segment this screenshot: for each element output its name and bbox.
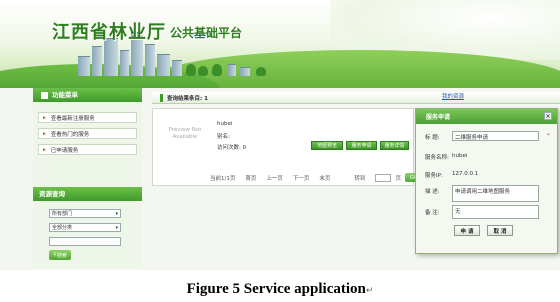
sidebar-item-popular-services[interactable]: ▸ 查看热门的服务 xyxy=(38,128,137,139)
required-marker: * xyxy=(547,133,550,139)
first-page-link[interactable]: 首页 xyxy=(245,174,256,182)
dialog-header: 服务申请 × xyxy=(416,109,557,124)
service-apply-button[interactable]: 服务申请 xyxy=(346,141,377,150)
return-mark: ↵ xyxy=(365,285,374,295)
service-visits: 访问次数: 0 xyxy=(217,145,247,151)
preview-thumbnail: Preview Not Available xyxy=(168,127,202,140)
service-details-button[interactable]: 服务详情 xyxy=(380,141,409,150)
title-field[interactable]: 二维服务申请 xyxy=(452,131,539,141)
menu-icon xyxy=(41,91,48,99)
department-select-value: 所有部门 xyxy=(52,211,73,217)
chevron-down-icon: ▾ xyxy=(115,224,118,231)
service-ip-value: 127.0.0.1 xyxy=(452,171,479,177)
note-textarea[interactable]: 无 xyxy=(452,205,539,219)
arrow-right-icon: ▸ xyxy=(43,114,46,121)
department-select[interactable]: 所有部门 ▾ xyxy=(49,209,121,218)
pagination: 当前1/1页 首页 上一页 下一页 末页 转到 页 GO xyxy=(210,173,423,182)
results-heading-bar: 查询结果条目: 1 xyxy=(152,92,560,104)
search-filters: 所有部门 ▾ 全部分类 ▾ ⚲ 搜索 xyxy=(33,201,142,261)
service-name-label: 服务名称: xyxy=(425,155,449,161)
cancel-button[interactable]: 取 消 xyxy=(487,225,513,236)
service-name-value: hubei xyxy=(452,153,468,159)
search-button[interactable]: ⚲ 搜索 xyxy=(49,250,71,260)
page-number-input[interactable] xyxy=(375,173,392,182)
category-select-value: 全部分类 xyxy=(52,225,73,231)
page-subtitle: 公共基础平台 xyxy=(170,26,243,40)
arrow-right-icon: ▸ xyxy=(43,146,46,153)
title-label: 标 题: xyxy=(425,135,440,141)
my-resources-link[interactable]: 我的资源 xyxy=(442,92,464,100)
map-preview-button[interactable]: 地图预览 xyxy=(311,141,343,150)
sidebar-item-label: 已申请服务 xyxy=(50,147,79,154)
service-alias: 别名: xyxy=(217,134,230,140)
goto-label: 转到 xyxy=(354,175,366,182)
search-input[interactable] xyxy=(49,237,121,246)
category-select[interactable]: 全部分类 ▾ xyxy=(49,223,121,232)
search-button-label: 搜索 xyxy=(56,252,67,259)
sidebar-menu: ▸ 查看最新注册服务 ▸ 查看热门的服务 ▸ 已申请服务 xyxy=(33,102,142,155)
sidebar-heading-label: 功能菜单 xyxy=(52,91,78,99)
prev-page-link[interactable]: 上一页 xyxy=(266,174,283,182)
caption-text: Figure 5 Service application xyxy=(186,281,366,297)
submit-button[interactable]: 申 请 xyxy=(454,225,480,236)
sidebar: 功能菜单 ▸ 查看最新注册服务 ▸ 查看热门的服务 ▸ 已申请服务 资源查询 所… xyxy=(33,88,142,268)
page-info: 当前1/1页 xyxy=(210,175,236,182)
description-textarea[interactable]: 申请调用二维地图服务 xyxy=(452,185,539,202)
heading-marker xyxy=(160,93,163,102)
sidebar-heading: 功能菜单 xyxy=(33,88,142,102)
results-heading: 查询结果条目: 1 xyxy=(167,95,208,102)
next-page-link[interactable]: 下一页 xyxy=(293,174,310,182)
page-title: 江西省林业厅 xyxy=(52,22,166,43)
description-label: 描 述: xyxy=(425,189,440,195)
service-name: hubei xyxy=(217,121,233,127)
sidebar-item-latest-services[interactable]: ▸ 查看最新注册服务 xyxy=(38,112,137,123)
sidebar-item-label: 查看最新注册服务 xyxy=(50,115,95,122)
last-page-link[interactable]: 末页 xyxy=(319,174,330,182)
service-ip-label: 服务IP: xyxy=(425,173,443,179)
header-banner: 江西省林业厅 公共基础平台 xyxy=(0,0,560,88)
service-application-dialog: 服务申请 × 标 题: 二维服务申请 * 服务名称: hubei 服务IP: 1… xyxy=(415,108,558,254)
sidebar-item-label: 查看热门的服务 xyxy=(50,131,90,138)
page-unit-label: 页 xyxy=(395,175,401,182)
sidebar-item-applied-services[interactable]: ▸ 已申请服务 xyxy=(38,144,137,155)
screenshot: 江西省林业厅 公共基础平台 功能菜单 ▸ 查看最新注册服务 ▸ 查看热门的服务 … xyxy=(0,0,560,270)
close-icon[interactable]: × xyxy=(544,112,552,120)
resource-search-heading: 资源查询 xyxy=(33,187,142,201)
arrow-right-icon: ▸ xyxy=(43,130,46,137)
note-label: 备 注: xyxy=(425,210,440,216)
chevron-down-icon: ▾ xyxy=(115,210,118,217)
figure-caption: Figure 5 Service application↵ xyxy=(0,281,560,298)
dialog-title: 服务申请 xyxy=(426,114,451,121)
